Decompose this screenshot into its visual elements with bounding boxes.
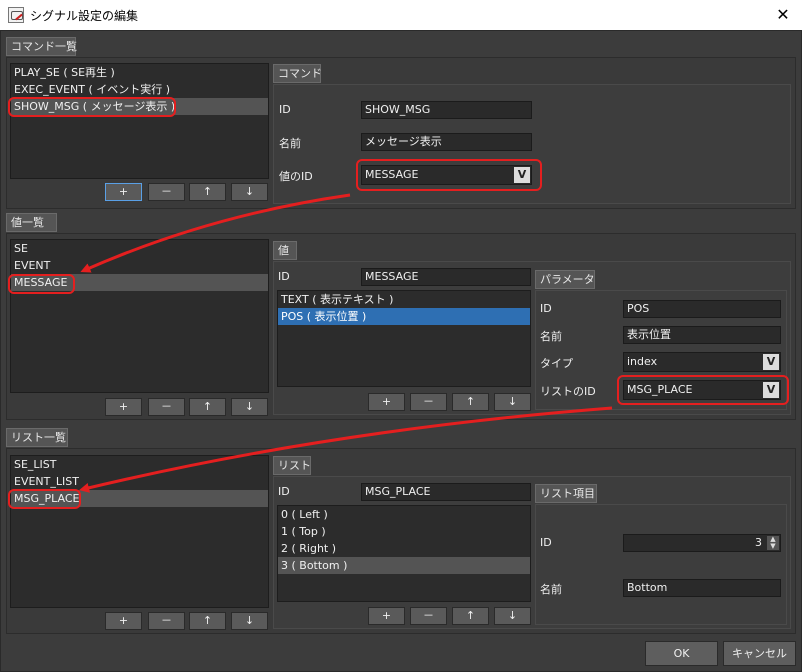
- value-list[interactable]: SE EVENT MESSAGE: [10, 239, 269, 393]
- entry-name-label: 名前: [540, 583, 562, 596]
- param-type-combo-value: index: [627, 355, 658, 368]
- tab-list-entry: リスト項目: [535, 484, 597, 503]
- title-bar: シグナル設定の編集 ✕: [0, 0, 802, 30]
- command-name-field[interactable]: メッセージ表示: [361, 133, 532, 151]
- param-list-id-label: リストのID: [540, 385, 596, 398]
- move-down-entry-button[interactable]: ↓: [494, 607, 531, 625]
- add-command-button[interactable]: +: [105, 183, 142, 201]
- tab-command-list: コマンド一覧: [6, 37, 77, 56]
- highlight-command-item: [8, 97, 176, 117]
- list-entry[interactable]: 1 ( Top ): [278, 523, 530, 540]
- spin-arrows-icon[interactable]: ▲ ▼: [767, 536, 779, 550]
- tab-value: 値: [273, 241, 297, 260]
- move-down-value-button[interactable]: ↓: [231, 398, 268, 416]
- move-down-list-button[interactable]: ↓: [231, 612, 268, 630]
- list-list[interactable]: SE_LIST EVENT_LIST MSG_PLACE: [10, 455, 269, 608]
- move-down-command-button[interactable]: ↓: [231, 183, 268, 201]
- remove-entry-button[interactable]: －: [410, 607, 447, 625]
- param-name-label: 名前: [540, 330, 562, 343]
- close-button[interactable]: ✕: [774, 6, 792, 24]
- list-item[interactable]: SE_LIST: [11, 456, 268, 473]
- param-id-field[interactable]: POS: [623, 300, 781, 318]
- parameter-list[interactable]: TEXT ( 表示テキスト ) POS ( 表示位置 ): [277, 290, 531, 387]
- remove-command-button[interactable]: －: [148, 183, 185, 201]
- move-up-list-button[interactable]: ↑: [189, 612, 226, 630]
- cancel-button[interactable]: キャンセル: [723, 641, 796, 666]
- value-item[interactable]: EVENT: [11, 257, 268, 274]
- list-item[interactable]: EVENT_LIST: [11, 473, 268, 490]
- param-id-label: ID: [540, 302, 552, 315]
- value-id-label: 値のID: [279, 170, 313, 183]
- highlight-list-item: [8, 489, 81, 509]
- ok-button[interactable]: OK: [645, 641, 718, 666]
- add-parameter-button[interactable]: +: [368, 393, 405, 411]
- param-type-combo[interactable]: index V: [623, 352, 781, 372]
- param-type-label: タイプ: [540, 357, 573, 370]
- value-id-detail-label: ID: [278, 270, 290, 283]
- command-id-field[interactable]: SHOW_MSG: [361, 101, 532, 119]
- entry-id-label: ID: [540, 536, 552, 549]
- command-item[interactable]: EXEC_EVENT ( イベント実行 ): [11, 81, 268, 98]
- list-entry-panel: [535, 504, 787, 625]
- parameter-item[interactable]: TEXT ( 表示テキスト ): [278, 291, 530, 308]
- move-up-command-button[interactable]: ↑: [189, 183, 226, 201]
- tab-list-list: リスト一覧: [6, 428, 68, 447]
- value-item[interactable]: SE: [11, 240, 268, 257]
- list-entry-list[interactable]: 0 ( Left ) 1 ( Top ) 2 ( Right ) 3 ( Bot…: [277, 505, 531, 602]
- list-id-label: ID: [278, 485, 290, 498]
- move-up-value-button[interactable]: ↑: [189, 398, 226, 416]
- param-name-field[interactable]: 表示位置: [623, 326, 781, 344]
- command-name-label: 名前: [279, 137, 301, 150]
- tab-command: コマンド: [273, 64, 322, 83]
- window-title: シグナル設定の編集: [30, 9, 139, 23]
- tab-list: リスト: [273, 456, 311, 475]
- add-entry-button[interactable]: +: [368, 607, 405, 625]
- command-list[interactable]: PLAY_SE ( SE再生 ) EXEC_EVENT ( イベント実行 ) S…: [10, 63, 269, 179]
- entry-id-value: 3: [755, 536, 762, 549]
- entry-name-field[interactable]: Bottom: [623, 579, 781, 597]
- list-entry[interactable]: 0 ( Left ): [278, 506, 530, 523]
- remove-list-button[interactable]: －: [148, 612, 185, 630]
- highlight-value-id-combo: [356, 159, 542, 191]
- move-up-parameter-button[interactable]: ↑: [452, 393, 489, 411]
- value-id-field[interactable]: MESSAGE: [361, 268, 531, 286]
- list-entry-selected[interactable]: 3 ( Bottom ): [278, 557, 530, 574]
- remove-parameter-button[interactable]: －: [410, 393, 447, 411]
- list-id-field[interactable]: MSG_PLACE: [361, 483, 531, 501]
- entry-id-spinbox[interactable]: 3 ▲ ▼: [623, 534, 781, 552]
- app-icon: [8, 7, 24, 23]
- add-list-button[interactable]: +: [105, 612, 142, 630]
- command-id-label: ID: [279, 103, 291, 116]
- spin-down-icon[interactable]: ▼: [770, 542, 775, 550]
- highlight-list-id-combo: [617, 375, 789, 405]
- remove-value-button[interactable]: －: [148, 398, 185, 416]
- list-entry[interactable]: 2 ( Right ): [278, 540, 530, 557]
- add-value-button[interactable]: +: [105, 398, 142, 416]
- highlight-value-item: [8, 274, 75, 294]
- tab-parameter: パラメータ: [535, 270, 595, 289]
- tab-value-list: 値一覧: [6, 213, 57, 232]
- command-item[interactable]: PLAY_SE ( SE再生 ): [11, 64, 268, 81]
- move-up-entry-button[interactable]: ↑: [452, 607, 489, 625]
- parameter-item-selected[interactable]: POS ( 表示位置 ): [278, 308, 530, 325]
- chevron-down-icon[interactable]: V: [763, 354, 779, 370]
- move-down-parameter-button[interactable]: ↓: [494, 393, 531, 411]
